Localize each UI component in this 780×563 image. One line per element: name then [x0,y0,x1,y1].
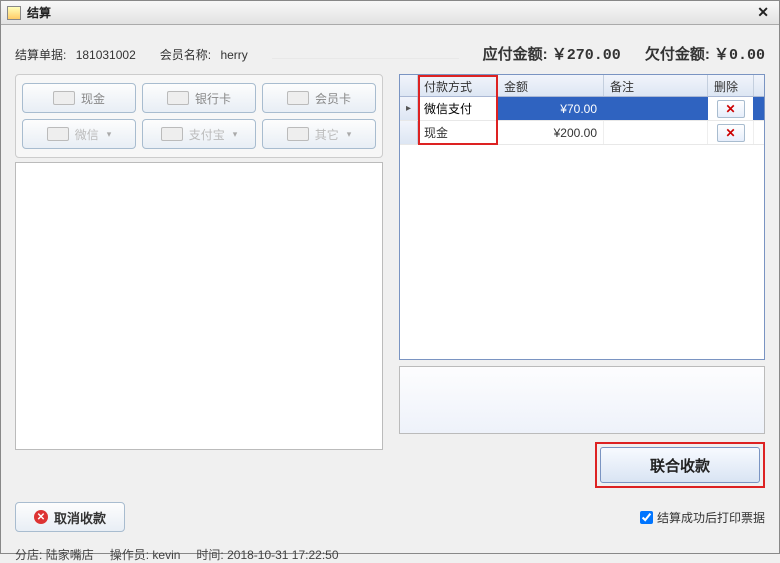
col-method: 付款方式 [418,75,498,96]
cell-method: 微信支付 [418,97,498,120]
header-row: 结算单据: 181031002 会员名称: herry 应付金额: ￥270.0… [15,35,765,64]
grid-header: 付款方式 金额 备注 删除 [400,75,764,97]
delete-row-button[interactable]: ✕ [717,124,745,142]
delete-row-button[interactable]: ✕ [717,100,745,118]
payment-method-panel: 现金 银行卡 会员卡 微信▾ 支付宝▾ 其它▾ [15,74,383,158]
cash-button[interactable]: 现金 [22,83,136,113]
table-row[interactable]: ▸ 微信支付 ¥70.00 ✕ [400,97,764,121]
print-receipt-checkbox[interactable]: 结算成功后打印票据 [640,509,765,526]
alipay-button[interactable]: 支付宝▾ [142,119,256,149]
close-icon: ✕ [725,102,735,116]
table-row[interactable]: 现金 ¥200.00 ✕ [400,121,764,145]
col-amount: 金额 [498,75,604,96]
member-value: herry [220,48,247,62]
store-label: 分店: [15,548,42,562]
operator-value: kevin [152,548,180,562]
chevron-down-icon: ▾ [233,129,238,140]
other-icon [287,127,309,141]
cancel-pay-button[interactable]: ✕ 取消收款 [15,502,125,532]
bankcard-button[interactable]: 银行卡 [142,83,256,113]
print-checkbox-input[interactable] [640,511,653,524]
member-label: 会员名称: [160,48,211,62]
due-label: 应付金额: [483,46,548,63]
time-value: 2018-10-31 17:22:50 [227,548,338,562]
membercard-button[interactable]: 会员卡 [262,83,376,113]
chevron-down-icon: ▾ [347,129,352,140]
owe-label: 欠付金额: [645,46,710,63]
chevron-down-icon: ▾ [107,129,112,140]
due-value: ￥270.00 [552,47,621,64]
detail-area [15,162,383,450]
col-delete: 删除 [708,75,754,96]
order-value: 181031002 [76,48,136,62]
row-indicator-icon [400,121,418,144]
row-indicator-icon: ▸ [400,97,418,120]
payments-grid[interactable]: 付款方式 金额 备注 删除 ▸ 微信支付 ¥70.00 ✕ 现金 [399,74,765,360]
combine-pay-button[interactable]: 联合收款 [600,447,760,483]
highlight-box: 联合收款 [595,442,765,488]
time-label: 时间: [196,548,223,562]
cancel-icon: ✕ [34,510,48,524]
window-title: 结算 [27,4,51,21]
cell-note [604,121,708,144]
alipay-icon [161,127,183,141]
wechat-icon [47,127,69,141]
status-bar: 分店: 陆家嘴店 操作员: kevin 时间: 2018-10-31 17:22… [15,546,765,563]
app-icon [7,6,21,20]
membercard-icon [287,91,309,105]
close-icon[interactable]: ✕ [753,4,773,21]
cash-icon [53,91,75,105]
wechat-button[interactable]: 微信▾ [22,119,136,149]
order-label: 结算单据: [15,48,66,62]
store-value: 陆家嘴店 [46,548,94,562]
cell-amount: ¥200.00 [498,121,604,144]
cell-amount: ¥70.00 [498,97,604,120]
cell-method: 现金 [418,121,498,144]
settlement-window: 结算 ✕ 结算单据: 181031002 会员名称: herry 应付金额: ￥… [0,0,780,554]
bankcard-icon [167,91,189,105]
operator-label: 操作员: [110,548,149,562]
close-icon: ✕ [725,126,735,140]
owe-value: ￥0.00 [714,47,765,64]
col-note: 备注 [604,75,708,96]
summary-area [399,366,765,434]
cell-note [604,97,708,120]
other-button[interactable]: 其它▾ [262,119,376,149]
titlebar[interactable]: 结算 ✕ [1,1,779,25]
